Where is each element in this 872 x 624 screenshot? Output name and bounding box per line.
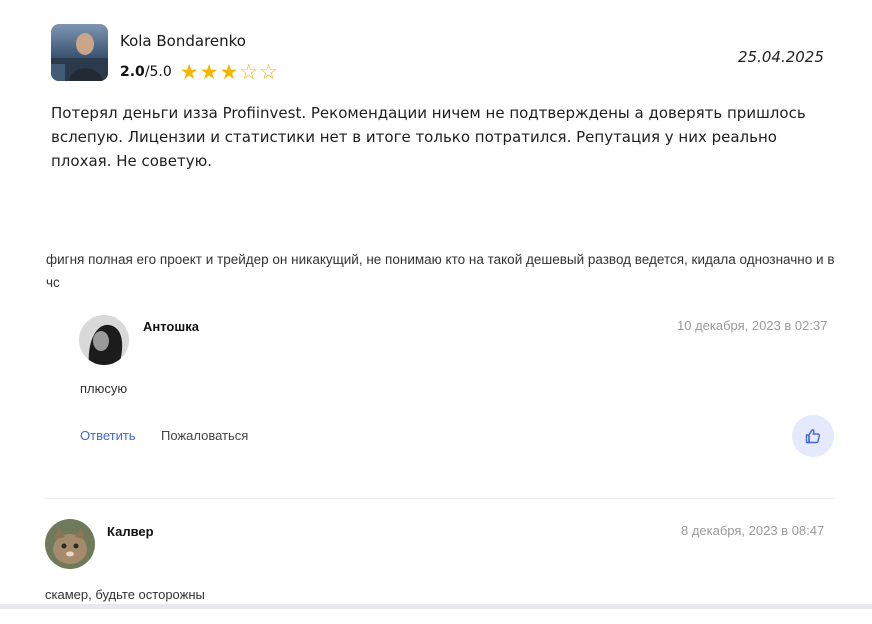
- review-text: Потерял деньги изза Profiinvest. Рекомен…: [51, 104, 806, 170]
- like-button[interactable]: [792, 415, 834, 457]
- comment-text: фигня полная его проект и трейдер он ник…: [46, 252, 835, 290]
- rating-score: 2.0: [120, 64, 145, 80]
- comment-divider: [44, 498, 834, 499]
- star-icon: ★: [179, 60, 199, 84]
- commenter-avatar-photo: [45, 519, 95, 569]
- bottom-border: [0, 604, 872, 609]
- star-icon: ☆: [259, 60, 278, 84]
- reply-author: Антошка: [143, 319, 199, 334]
- comment-body: скамер, будьте осторожны: [45, 587, 205, 602]
- star-icon: ★: [219, 60, 239, 84]
- reply-text: плюсую: [80, 381, 128, 396]
- reply-avatar: [79, 315, 129, 365]
- report-button[interactable]: Пожаловаться: [161, 428, 248, 443]
- star-icon: ☆: [239, 60, 259, 84]
- rating: 2.0 /5.0 ★ ★ ★ ☆ ☆: [120, 60, 279, 84]
- reply-avatar-photo: [79, 315, 129, 365]
- reply-comment: [0, 310, 872, 480]
- reply-date: 10 декабря, 2023 в 02:37: [677, 318, 828, 333]
- reviewer-name: Kola Bondarenko: [120, 32, 246, 50]
- commenter-avatar: [45, 519, 95, 569]
- review-card: Kola Bondarenko 2.0 /5.0 ★ ★ ★ ☆ ☆ 25.04.202…: [0, 0, 872, 230]
- reviewer-avatar: [51, 24, 108, 81]
- star-icon: ★: [199, 60, 219, 84]
- review-date: 25.04.2025: [738, 48, 824, 66]
- rating-max: /5.0: [144, 64, 172, 80]
- reviewer-photo: [51, 24, 108, 81]
- reply-button[interactable]: Ответить: [80, 428, 136, 443]
- rating-stars: ★ ★ ★ ☆ ☆: [179, 60, 279, 84]
- commenter-name: Калвер: [107, 524, 154, 539]
- thumbs-up-icon: [805, 429, 821, 444]
- comment-date: 8 декабря, 2023 в 08:47: [681, 523, 825, 538]
